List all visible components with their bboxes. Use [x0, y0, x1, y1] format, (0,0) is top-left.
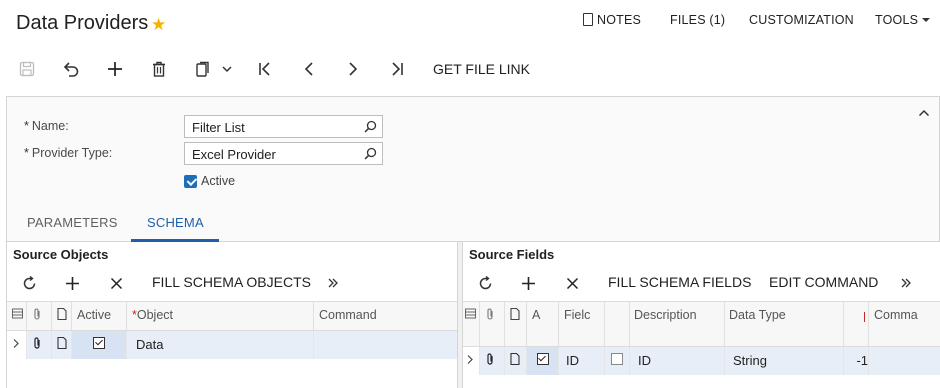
table-row[interactable]: ID ID String -1 [463, 347, 940, 375]
row-active-checkbox[interactable] [72, 331, 127, 359]
fill-schema-objects-button[interactable]: FILL SCHEMA OBJECTS [152, 274, 311, 290]
name-field[interactable]: Filter List [184, 115, 383, 138]
chevron-down-icon[interactable] [216, 58, 238, 80]
note-icon[interactable] [52, 331, 72, 359]
row-select-icon[interactable] [463, 302, 480, 346]
source-fields-header: A Fielc Description Data Type Comma [463, 301, 940, 347]
chevron-double-right-icon[interactable] [323, 273, 343, 293]
source-objects-title: Source Objects [13, 247, 109, 262]
note-icon [52, 302, 72, 330]
tab-schema[interactable]: SCHEMA [147, 215, 204, 230]
name-value: Filter List [192, 120, 245, 135]
provider-type-field[interactable]: Excel Provider [184, 142, 383, 165]
fill-schema-fields-button[interactable]: FILL SCHEMA FIELDS [608, 274, 751, 290]
column-header-key[interactable] [605, 302, 630, 346]
refresh-icon[interactable] [475, 273, 495, 293]
first-record-icon[interactable] [254, 58, 276, 80]
refresh-icon[interactable] [19, 273, 39, 293]
customization-link[interactable]: CUSTOMIZATION [749, 13, 854, 27]
column-header-field[interactable]: Fielc [559, 302, 605, 346]
copy-paste-icon[interactable] [192, 58, 214, 80]
page-title: Data Providers [16, 12, 149, 34]
column-header-command[interactable]: Command [314, 302, 457, 330]
chevron-double-right-icon[interactable] [896, 273, 916, 293]
row-select-icon[interactable] [7, 302, 27, 330]
add-icon[interactable] [104, 58, 126, 80]
column-header-command[interactable]: Comma [869, 302, 940, 346]
name-label: * Name: [24, 119, 69, 133]
row-key-checkbox[interactable] [605, 347, 630, 375]
table-row[interactable]: Data [7, 331, 457, 359]
search-icon[interactable] [364, 120, 377, 136]
attachment-icon[interactable] [480, 347, 505, 375]
chevron-up-icon[interactable] [918, 104, 930, 122]
attachment-icon [480, 302, 505, 346]
note-icon[interactable] [505, 347, 527, 375]
provider-type-label: * Provider Type: [24, 146, 113, 160]
active-checkbox-row[interactable]: Active [184, 174, 235, 188]
files-link[interactable]: FILES (1) [670, 13, 725, 27]
tools-label: TOOLS [875, 13, 919, 27]
previous-record-icon[interactable] [298, 58, 320, 80]
tools-menu[interactable]: TOOLS [875, 13, 931, 27]
row-description[interactable]: ID [630, 347, 725, 375]
add-icon[interactable] [518, 273, 538, 293]
search-icon[interactable] [364, 147, 377, 163]
expand-row-icon[interactable] [7, 331, 27, 359]
save-icon[interactable] [16, 58, 38, 80]
notes-label: NOTES [597, 13, 642, 27]
notes-link[interactable]: NOTES [583, 13, 641, 27]
close-icon[interactable] [106, 273, 126, 293]
edit-command-button[interactable]: EDIT COMMAND [769, 274, 878, 290]
row-active-checkbox[interactable] [527, 347, 559, 375]
undo-icon[interactable] [60, 58, 82, 80]
active-checkbox[interactable] [184, 174, 197, 188]
tab-parameters[interactable]: PARAMETERS [27, 215, 118, 230]
column-header-data-type[interactable]: Data Type [725, 302, 844, 346]
note-icon [505, 302, 527, 346]
source-fields-panel: Source Fields FILL SCHEMA FIELDS EDIT CO… [462, 242, 940, 388]
column-header-active[interactable]: A [527, 302, 559, 346]
favorite-star-icon[interactable]: ★ [151, 15, 166, 35]
provider-type-value: Excel Provider [192, 147, 276, 162]
source-fields-title: Source Fields [469, 247, 555, 262]
get-file-link-button[interactable]: GET FILE LINK [433, 61, 530, 77]
column-header-active[interactable]: Active [72, 302, 127, 330]
source-objects-header: Active *Object Command [7, 301, 457, 331]
active-label: Active [201, 174, 236, 188]
note-icon [583, 13, 593, 26]
attachment-icon[interactable] [27, 331, 52, 359]
row-command[interactable] [314, 331, 457, 359]
row-field[interactable]: ID [559, 347, 605, 375]
next-record-icon[interactable] [342, 58, 364, 80]
column-header-description[interactable]: Description [630, 302, 725, 346]
row-length[interactable]: -1 [844, 347, 869, 375]
attachment-icon [27, 302, 52, 330]
close-icon[interactable] [562, 273, 582, 293]
row-data-type[interactable]: String [725, 347, 844, 375]
chevron-down-icon [922, 18, 931, 22]
last-record-icon[interactable] [386, 58, 408, 80]
row-command[interactable] [869, 347, 940, 375]
delete-icon[interactable] [148, 58, 170, 80]
column-header-length[interactable] [844, 302, 869, 346]
column-header-object[interactable]: *Object [127, 302, 314, 330]
source-objects-panel: Source Objects FILL SCHEMA OBJECTS Activ… [7, 242, 457, 388]
row-object[interactable]: Data [127, 331, 314, 359]
expand-row-icon[interactable] [463, 347, 480, 375]
add-icon[interactable] [62, 273, 82, 293]
